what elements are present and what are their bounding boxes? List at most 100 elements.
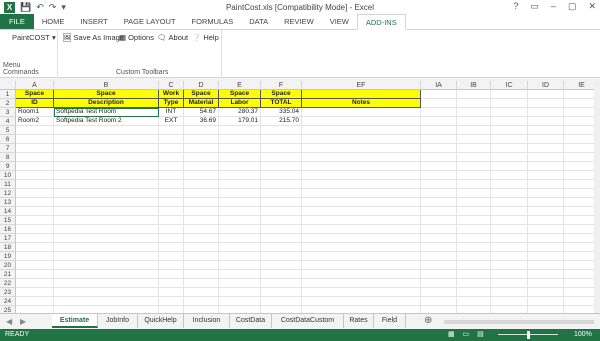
ribbon-display-button[interactable]: ▭ (530, 1, 539, 12)
grid-cell[interactable] (219, 207, 261, 216)
grid-cell[interactable] (421, 234, 457, 243)
grid-cell[interactable] (261, 180, 302, 189)
grid-cell[interactable] (219, 270, 261, 279)
grid-cell[interactable] (184, 288, 219, 297)
grid-cell[interactable] (261, 144, 302, 153)
data-cell[interactable]: EXT (159, 117, 184, 126)
grid-cell[interactable] (528, 189, 564, 198)
grid-cell[interactable] (457, 99, 491, 108)
grid-cell[interactable] (457, 297, 491, 306)
grid-cell[interactable] (302, 252, 421, 261)
grid-cell[interactable] (184, 234, 219, 243)
grid-cell[interactable] (528, 180, 564, 189)
grid-cell[interactable] (261, 189, 302, 198)
grid-cell[interactable] (302, 306, 421, 313)
grid-cell[interactable] (159, 270, 184, 279)
grid-cell[interactable] (491, 189, 528, 198)
grid-cell[interactable] (159, 189, 184, 198)
grid-cell[interactable] (16, 207, 54, 216)
grid-cell[interactable] (528, 90, 564, 99)
header-cell[interactable]: Description (54, 99, 159, 108)
header-cell[interactable]: Material (184, 99, 219, 108)
grid-cell[interactable] (16, 198, 54, 207)
grid-cell[interactable] (159, 252, 184, 261)
grid-cell[interactable] (219, 171, 261, 180)
customize-quick-access-icon[interactable]: ▾ (61, 2, 66, 13)
column-header[interactable]: IA (421, 81, 457, 90)
row-header[interactable]: 4 (0, 117, 16, 126)
grid-cell[interactable] (421, 270, 457, 279)
grid-cell[interactable] (457, 270, 491, 279)
grid-cell[interactable] (261, 171, 302, 180)
grid-cell[interactable] (16, 234, 54, 243)
grid-cell[interactable] (457, 189, 491, 198)
grid-cell[interactable] (491, 153, 528, 162)
tab-view[interactable]: VIEW (322, 14, 357, 29)
grid-cell[interactable] (457, 306, 491, 313)
tab-data[interactable]: DATA (241, 14, 276, 29)
column-header[interactable]: B (54, 81, 159, 90)
data-cell[interactable]: Room2 (16, 117, 54, 126)
grid-cell[interactable] (159, 162, 184, 171)
grid-cell[interactable] (302, 234, 421, 243)
data-cell[interactable]: 280.37 (219, 108, 261, 117)
grid-cell[interactable] (457, 171, 491, 180)
data-cell[interactable]: INT (159, 108, 184, 117)
grid-cell[interactable] (54, 126, 159, 135)
tab-file[interactable]: FILE (0, 14, 34, 29)
grid-cell[interactable] (54, 279, 159, 288)
grid-cell[interactable] (528, 198, 564, 207)
grid-cell[interactable] (491, 261, 528, 270)
grid-cell[interactable] (219, 144, 261, 153)
row-header[interactable]: 3 (0, 108, 16, 117)
grid-cell[interactable] (159, 153, 184, 162)
grid-cell[interactable] (184, 153, 219, 162)
grid-cell[interactable] (219, 288, 261, 297)
grid-cell[interactable] (491, 243, 528, 252)
grid-cell[interactable] (261, 234, 302, 243)
row-header[interactable]: 5 (0, 126, 16, 135)
grid-cell[interactable] (421, 261, 457, 270)
grid-cell[interactable] (54, 225, 159, 234)
grid-cell[interactable] (491, 171, 528, 180)
data-cell[interactable] (302, 117, 421, 126)
header-cell[interactable]: TOTAL (261, 99, 302, 108)
grid-cell[interactable] (457, 207, 491, 216)
data-cell[interactable]: Softpedia Test Room 2 (54, 117, 159, 126)
grid-cell[interactable] (457, 198, 491, 207)
grid-cell[interactable] (159, 135, 184, 144)
grid-cell[interactable] (421, 189, 457, 198)
view-mode-icons[interactable]: ▦ ▭ ▤ (448, 329, 487, 341)
column-header[interactable]: ID (528, 81, 564, 90)
grid-cell[interactable] (54, 144, 159, 153)
grid-cell[interactable] (528, 108, 564, 117)
grid-cell[interactable] (528, 261, 564, 270)
header-cell[interactable]: Labor (219, 99, 261, 108)
redo-icon[interactable]: ↷ (49, 2, 57, 13)
grid-cell[interactable] (219, 279, 261, 288)
grid-cell[interactable] (261, 306, 302, 313)
grid-cell[interactable] (54, 153, 159, 162)
grid-cell[interactable] (184, 252, 219, 261)
grid-cell[interactable] (302, 261, 421, 270)
grid-cell[interactable] (302, 144, 421, 153)
sheet-tab-estimate[interactable]: Estimate (52, 314, 98, 328)
row-header[interactable]: 20 (0, 261, 16, 270)
header-cell[interactable]: Space (184, 90, 219, 99)
grid-cell[interactable] (184, 162, 219, 171)
column-header[interactable]: E (219, 81, 261, 90)
column-header[interactable]: C (159, 81, 184, 90)
grid-cell[interactable] (457, 279, 491, 288)
grid-cell[interactable] (16, 126, 54, 135)
grid-cell[interactable] (302, 270, 421, 279)
grid-cell[interactable] (457, 108, 491, 117)
row-header[interactable]: 16 (0, 225, 16, 234)
grid-cell[interactable] (491, 198, 528, 207)
grid-cell[interactable] (184, 198, 219, 207)
header-cell[interactable]: Space (261, 90, 302, 99)
minimize-button[interactable]: – (551, 1, 556, 12)
grid-cell[interactable] (16, 153, 54, 162)
prev-sheet-icon[interactable]: ◀ (6, 317, 12, 326)
header-cell[interactable]: Space (16, 90, 54, 99)
grid-cell[interactable] (457, 117, 491, 126)
